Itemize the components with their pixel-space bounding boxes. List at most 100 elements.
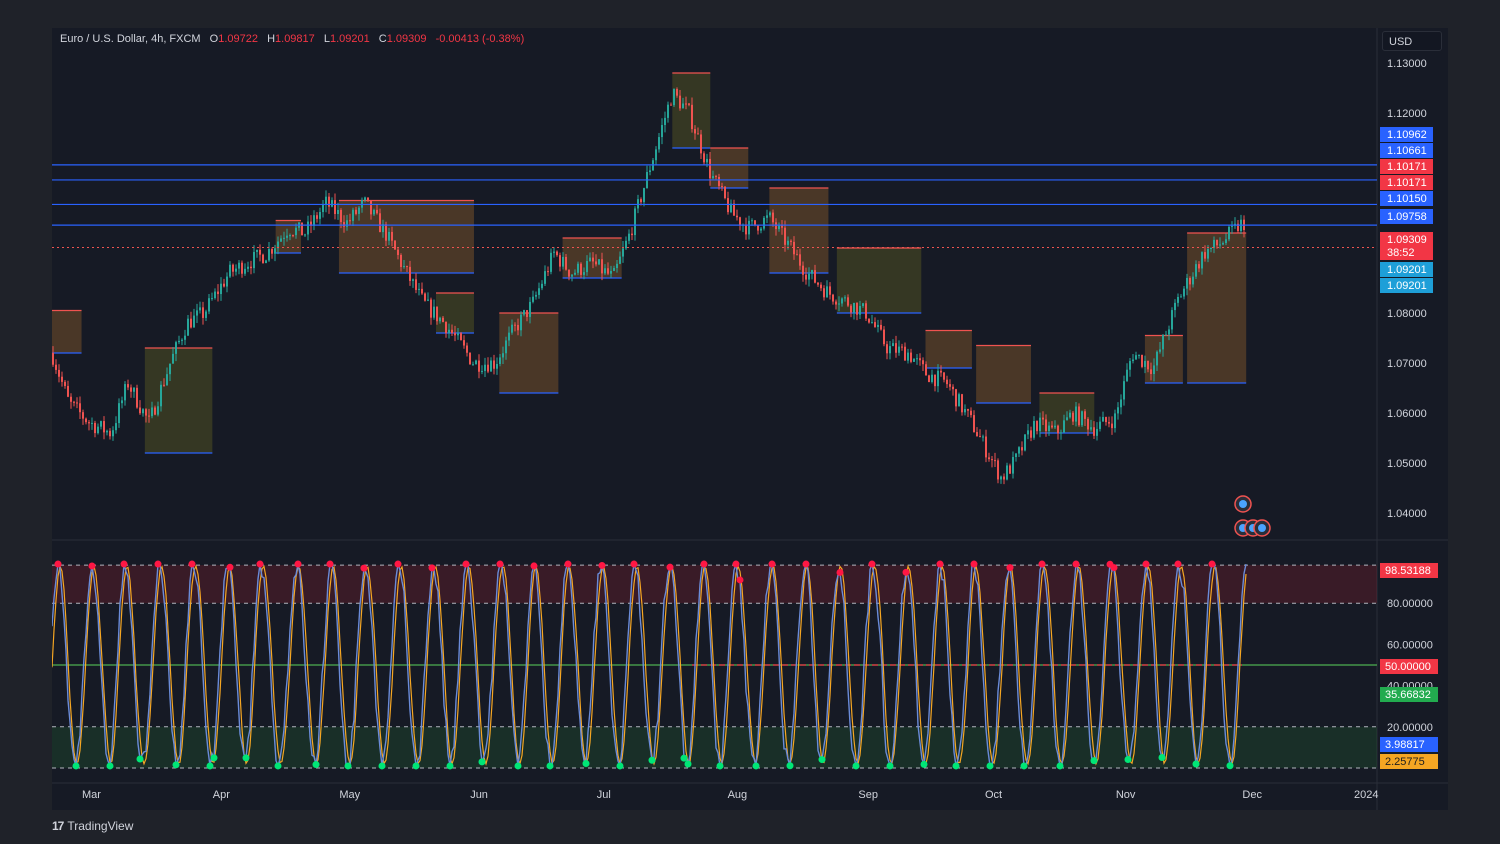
candle-body xyxy=(1135,355,1137,360)
candle-body xyxy=(670,104,672,106)
candle-body xyxy=(157,406,159,415)
order-block-box xyxy=(836,248,922,313)
oscillator-axis-badge-label: 35.66832 xyxy=(1385,689,1431,701)
candle-body xyxy=(511,324,513,333)
candle-body xyxy=(256,249,258,252)
oscillator-trough-dot xyxy=(312,761,320,769)
candle-body xyxy=(1141,354,1143,367)
candle-body xyxy=(745,224,747,235)
candle-body xyxy=(964,409,966,413)
oscillator-peak-dot xyxy=(598,561,606,569)
candle-body xyxy=(1078,406,1080,426)
candle-body xyxy=(955,389,957,407)
price-axis-tick-label: 1.13000 xyxy=(1387,58,1427,70)
oscillator-peak-dot xyxy=(732,560,740,568)
candle-body xyxy=(874,322,876,327)
candle-body xyxy=(739,217,741,226)
candle-body xyxy=(292,235,294,237)
oscillator-peak-dot xyxy=(736,576,744,584)
candle-body xyxy=(79,403,81,413)
candle-body xyxy=(958,394,960,407)
candle-body xyxy=(127,384,129,388)
oscillator-trough-dot xyxy=(546,762,554,770)
chart-panel[interactable]: 1.13000 1.12000 1.08000 1.07000 1.06000 1.050… xyxy=(52,28,1448,810)
currency-selector-button[interactable]: USD xyxy=(1382,31,1442,51)
oscillator-peak-dot xyxy=(154,560,162,568)
candle-body xyxy=(706,158,708,163)
oscillator-trough-dot xyxy=(72,762,80,770)
candle-body xyxy=(574,272,576,275)
candle-body xyxy=(598,259,600,265)
candle-body xyxy=(625,240,627,249)
candle-body xyxy=(82,412,84,419)
candle-body xyxy=(448,329,450,334)
candle-body xyxy=(1018,447,1020,454)
candle-body xyxy=(817,282,819,285)
candle-body xyxy=(700,134,702,154)
candle-body xyxy=(190,318,192,328)
candle-body xyxy=(61,376,63,382)
candle-body xyxy=(1099,421,1101,429)
candle-body xyxy=(529,301,531,317)
time-axis-tick-label: Oct xyxy=(985,789,1002,801)
candle-body xyxy=(136,387,138,408)
candle-body xyxy=(1081,411,1083,426)
order-block-box xyxy=(1187,233,1247,383)
candle-body xyxy=(889,346,891,354)
oscillator-trough-dot xyxy=(818,756,826,764)
candle-body xyxy=(649,170,651,173)
oscillator-axis-badge-label: 50.00000 xyxy=(1385,661,1431,673)
candle-body xyxy=(1012,457,1014,474)
candle-body xyxy=(580,263,582,275)
candle-body xyxy=(1090,427,1092,430)
candle-body xyxy=(796,254,798,256)
candle-body xyxy=(1198,264,1200,269)
candle-body xyxy=(430,299,432,318)
candle-body xyxy=(808,273,810,280)
legend-low-value: 1.09201 xyxy=(329,33,370,45)
oscillator-axis-badge-label: 98.53188 xyxy=(1385,565,1431,577)
candle-body xyxy=(601,259,603,274)
oscillator-trough-dot xyxy=(986,762,994,770)
oscillator-peak-dot xyxy=(700,560,708,568)
candle-body xyxy=(103,421,105,433)
candle-body xyxy=(151,407,153,417)
oscillator-trough-dot xyxy=(786,762,794,770)
candle-body xyxy=(697,133,699,135)
candle-body xyxy=(1069,412,1071,418)
candle-body xyxy=(931,374,933,382)
candle-body xyxy=(991,459,993,461)
candle-body xyxy=(823,288,825,298)
candle-body xyxy=(916,358,918,360)
candle-body xyxy=(265,260,267,264)
candle-body xyxy=(214,291,216,299)
candle-body xyxy=(997,460,999,480)
candle-body xyxy=(976,432,978,437)
oscillator-axis-tick-label: 60.00000 xyxy=(1387,639,1433,651)
oscillator-peak-dot xyxy=(256,560,264,568)
candle-body xyxy=(1222,243,1224,245)
candle-body xyxy=(763,217,765,229)
candle-body xyxy=(1123,381,1125,400)
candle-body xyxy=(1219,244,1221,246)
candle-body xyxy=(943,372,945,380)
candle-body xyxy=(1087,418,1089,430)
oscillator-peak-dot xyxy=(666,563,674,571)
chart-svg[interactable]: 1.13000 1.12000 1.08000 1.07000 1.06000 1.050… xyxy=(52,28,1448,810)
candle-body xyxy=(328,196,330,207)
candle-body xyxy=(379,213,381,233)
tradingview-logo[interactable]: 17 TradingView xyxy=(52,819,133,833)
candle-body xyxy=(1036,421,1038,432)
price-axis-tick-label: 1.05000 xyxy=(1387,458,1427,470)
candle-body xyxy=(988,457,990,460)
candle-body xyxy=(610,270,612,274)
candle-body xyxy=(1192,276,1194,285)
candle-body xyxy=(325,196,327,205)
alert-marker-dot xyxy=(1258,524,1266,532)
candle-body xyxy=(295,227,297,236)
candle-body xyxy=(682,103,684,109)
candle-body xyxy=(388,231,390,241)
candle-body xyxy=(634,208,636,236)
candle-body xyxy=(100,421,102,427)
oscillator-trough-dot xyxy=(344,762,352,770)
